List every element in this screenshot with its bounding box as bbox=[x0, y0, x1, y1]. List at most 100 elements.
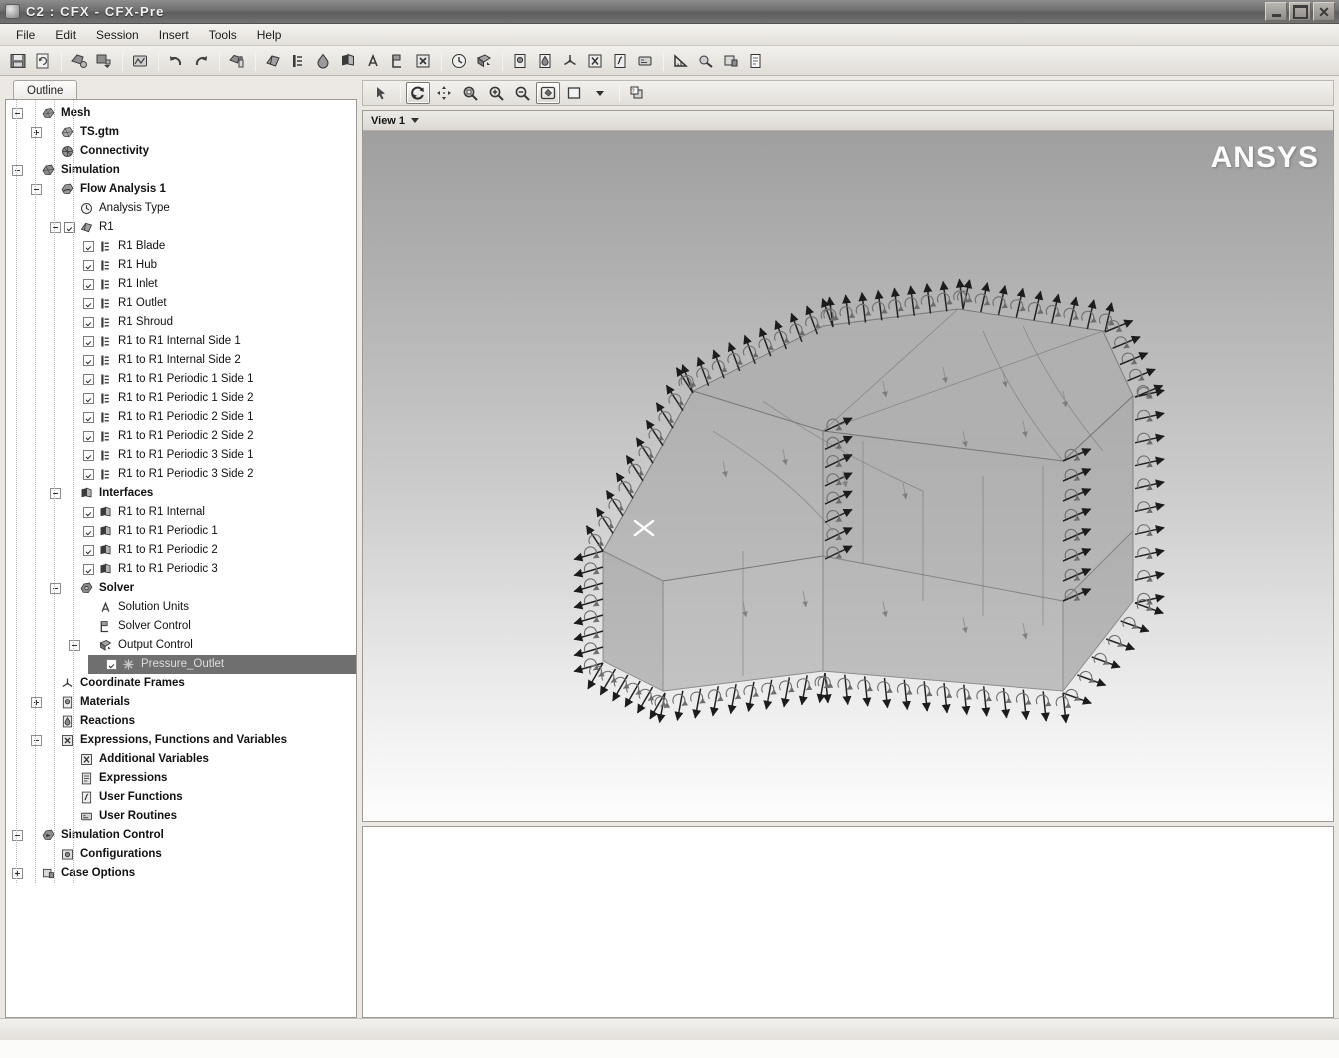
message-panel[interactable] bbox=[362, 826, 1334, 1018]
tree-item-r1[interactable]: R1 bbox=[6, 218, 356, 237]
tree-visibility-checkbox[interactable] bbox=[83, 564, 94, 575]
menu-item-help[interactable]: Help bbox=[247, 26, 292, 44]
tree-item-output-control[interactable]: Output Control bbox=[6, 636, 356, 655]
solution-units-icon[interactable] bbox=[361, 49, 385, 73]
interface-icon[interactable] bbox=[336, 49, 360, 73]
close-button[interactable]: ✕ bbox=[1313, 2, 1335, 21]
report-icon[interactable] bbox=[744, 49, 768, 73]
zoom-box-icon[interactable] bbox=[458, 82, 482, 104]
redo-icon[interactable] bbox=[189, 49, 213, 73]
tree-item-r1-outlet[interactable]: R1 Outlet bbox=[6, 294, 356, 313]
tree-visibility-checkbox[interactable] bbox=[83, 393, 94, 404]
tree-item-r1-to-r1-periodic-1[interactable]: R1 to R1 Periodic 1 bbox=[6, 522, 356, 541]
chevron-down-icon[interactable] bbox=[411, 118, 420, 123]
collapse-minus-icon[interactable] bbox=[50, 488, 61, 499]
tree-item-r1-to-r1-periodic-2[interactable]: R1 to R1 Periodic 2 bbox=[6, 541, 356, 560]
menu-item-session[interactable]: Session bbox=[86, 26, 149, 44]
tree-item-solver-control[interactable]: Solver Control bbox=[6, 617, 356, 636]
menu-item-tools[interactable]: Tools bbox=[199, 26, 247, 44]
collapse-minus-icon[interactable] bbox=[50, 583, 61, 594]
output-control-icon[interactable] bbox=[472, 49, 496, 73]
tree-item-simulation-control[interactable]: Simulation Control bbox=[6, 826, 356, 845]
tree-visibility-checkbox[interactable] bbox=[83, 260, 94, 271]
expressions-icon[interactable] bbox=[411, 49, 435, 73]
tree-item-ts-gtm[interactable]: TS.gtm bbox=[6, 123, 356, 142]
collapse-minus-icon[interactable] bbox=[50, 222, 61, 233]
tree-item-r1-to-r1-periodic-3[interactable]: R1 to R1 Periodic 3 bbox=[6, 560, 356, 579]
collapse-minus-icon[interactable] bbox=[69, 640, 80, 651]
tree-item-case-options[interactable]: Case Options bbox=[6, 864, 356, 883]
domain-icon[interactable] bbox=[261, 49, 285, 73]
menu-item-insert[interactable]: Insert bbox=[149, 26, 199, 44]
tree-visibility-checkbox[interactable] bbox=[106, 659, 117, 670]
tree-item-r1-shroud[interactable]: R1 Shroud bbox=[6, 313, 356, 332]
pan-icon[interactable] bbox=[432, 82, 456, 104]
user-routine-icon[interactable] bbox=[633, 49, 657, 73]
tree-item-pressure-outlet[interactable]: Pressure_Outlet bbox=[88, 655, 356, 674]
outline-tree-box[interactable]: Mesh TS.gtm Connectivity Simulation Flow Ana… bbox=[5, 99, 357, 1018]
expand-plus-icon[interactable] bbox=[31, 697, 42, 708]
minimize-button[interactable] bbox=[1265, 2, 1287, 21]
tree-item-r1-inlet[interactable]: R1 Inlet bbox=[6, 275, 356, 294]
mesh-stats-icon[interactable] bbox=[128, 49, 152, 73]
refresh-document-icon[interactable] bbox=[31, 49, 55, 73]
tab-outline[interactable]: Outline bbox=[13, 80, 78, 99]
expand-plus-icon[interactable] bbox=[31, 127, 42, 138]
tree-item-user-functions[interactable]: User Functions bbox=[6, 788, 356, 807]
snapshot-icon[interactable]: ? bbox=[625, 82, 649, 104]
tree-item-connectivity[interactable]: Connectivity bbox=[6, 142, 356, 161]
tree-item-r1-to-r1-periodic-1-side-1[interactable]: R1 to R1 Periodic 1 Side 1 bbox=[6, 370, 356, 389]
tree-item-coordinate-frames[interactable]: Coordinate Frames bbox=[6, 674, 356, 693]
tree-item-r1-to-r1-periodic-2-side-1[interactable]: R1 to R1 Periodic 2 Side 1 bbox=[6, 408, 356, 427]
tree-visibility-checkbox[interactable] bbox=[83, 355, 94, 366]
tree-item-r1-blade[interactable]: R1 Blade bbox=[6, 237, 356, 256]
tools-icon[interactable] bbox=[694, 49, 718, 73]
tree-item-analysis-type[interactable]: Analysis Type bbox=[6, 199, 356, 218]
view-tab-label[interactable]: View 1 bbox=[371, 115, 405, 127]
tree-item-flow-analysis-1[interactable]: Flow Analysis 1 bbox=[6, 180, 356, 199]
select-cursor-icon[interactable] bbox=[369, 82, 393, 104]
maximize-button[interactable] bbox=[1289, 2, 1311, 21]
tree-visibility-checkbox[interactable] bbox=[83, 374, 94, 385]
boundary-icon[interactable] bbox=[286, 49, 310, 73]
zoom-in-icon[interactable] bbox=[484, 82, 508, 104]
solver-control-icon[interactable] bbox=[386, 49, 410, 73]
tree-item-r1-to-r1-internal-side-2[interactable]: R1 to R1 Internal Side 2 bbox=[6, 351, 356, 370]
collapse-minus-icon[interactable] bbox=[12, 165, 23, 176]
menu-item-file[interactable]: File bbox=[6, 26, 45, 44]
tree-visibility-checkbox[interactable] bbox=[83, 317, 94, 328]
undo-icon[interactable] bbox=[164, 49, 188, 73]
additional-variable-icon[interactable] bbox=[583, 49, 607, 73]
predefined-view-icon[interactable] bbox=[562, 82, 586, 104]
tree-visibility-checkbox[interactable] bbox=[83, 526, 94, 537]
tree-visibility-checkbox[interactable] bbox=[83, 545, 94, 556]
collapse-minus-icon[interactable] bbox=[31, 184, 42, 195]
tree-visibility-checkbox[interactable] bbox=[83, 298, 94, 309]
tree-item-r1-to-r1-periodic-1-side-2[interactable]: R1 to R1 Periodic 1 Side 2 bbox=[6, 389, 356, 408]
zoom-out-icon[interactable] bbox=[510, 82, 534, 104]
tree-item-user-routines[interactable]: User Routines bbox=[6, 807, 356, 826]
tree-item-solver[interactable]: Solver bbox=[6, 579, 356, 598]
tree-item-r1-to-r1-periodic-2-side-2[interactable]: R1 to R1 Periodic 2 Side 2 bbox=[6, 427, 356, 446]
tree-item-materials[interactable]: Materials bbox=[6, 693, 356, 712]
tree-item-r1-to-r1-internal-side-1[interactable]: R1 to R1 Internal Side 1 bbox=[6, 332, 356, 351]
collapse-minus-icon[interactable] bbox=[12, 108, 23, 119]
collapse-minus-icon[interactable] bbox=[12, 830, 23, 841]
tree-visibility-checkbox[interactable] bbox=[83, 431, 94, 442]
tree-item-r1-hub[interactable]: R1 Hub bbox=[6, 256, 356, 275]
menu-item-edit[interactable]: Edit bbox=[45, 26, 86, 44]
tree-item-interfaces[interactable]: Interfaces bbox=[6, 484, 356, 503]
tree-visibility-checkbox[interactable] bbox=[83, 469, 94, 480]
save-icon[interactable] bbox=[6, 49, 30, 73]
tree-visibility-checkbox[interactable] bbox=[83, 279, 94, 290]
tree-item-simulation[interactable]: Simulation bbox=[6, 161, 356, 180]
viewport-3d[interactable]: ANSYS bbox=[363, 131, 1333, 821]
tree-item-configurations[interactable]: Configurations bbox=[6, 845, 356, 864]
define-run-icon[interactable] bbox=[225, 49, 249, 73]
tree-visibility-checkbox[interactable] bbox=[83, 507, 94, 518]
rotate-icon[interactable] bbox=[406, 82, 430, 104]
case-options-icon[interactable] bbox=[719, 49, 743, 73]
view-dropdown-caret-icon[interactable] bbox=[588, 82, 612, 104]
timestep-icon[interactable] bbox=[447, 49, 471, 73]
tree-item-mesh[interactable]: Mesh bbox=[6, 104, 356, 123]
